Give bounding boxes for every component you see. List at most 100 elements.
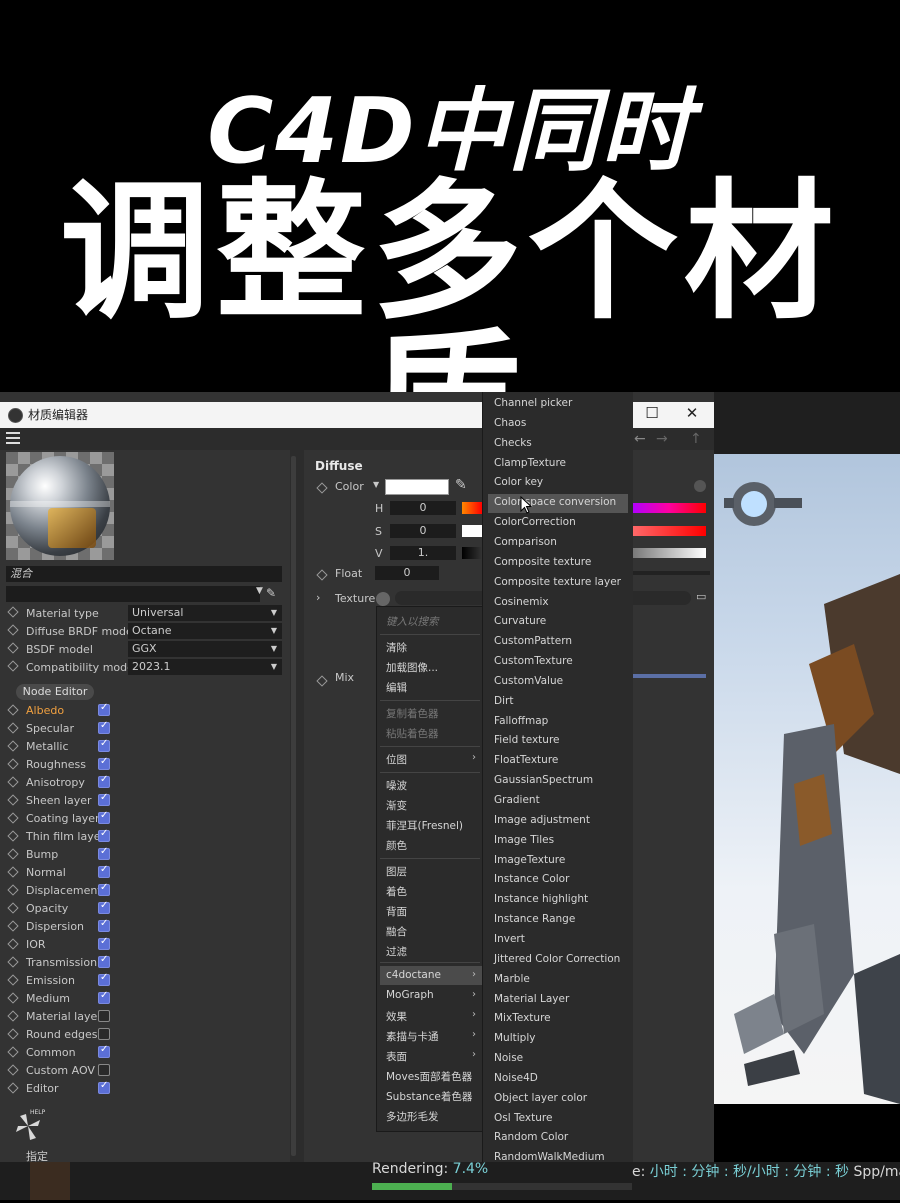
context-menu-item[interactable]: 菲涅耳(Fresnel)	[386, 818, 463, 833]
forward-arrow-icon[interactable]: →	[656, 431, 668, 447]
submenu-item[interactable]: FloatTexture	[494, 754, 558, 766]
keyframe-icon[interactable]	[7, 884, 19, 896]
channel-checkbox[interactable]	[98, 882, 110, 896]
channel-checkbox[interactable]	[98, 918, 110, 932]
submenu-item[interactable]: MixTexture	[494, 1012, 551, 1024]
menu-search-input[interactable]: 键入以搜索	[386, 614, 439, 629]
submenu-item[interactable]: Chaos	[494, 417, 526, 429]
keyframe-icon[interactable]	[7, 812, 19, 824]
node-editor-button[interactable]: Node Editor	[16, 684, 94, 700]
context-menu-item[interactable]: 位图	[386, 752, 407, 767]
submenu-item[interactable]: Image Tiles	[494, 834, 554, 846]
s-slider[interactable]	[462, 525, 482, 537]
channel-row[interactable]: Dispersion	[0, 918, 130, 936]
property-select[interactable]: Octane ▼	[128, 623, 282, 639]
context-menu-item[interactable]: 融合	[386, 924, 407, 939]
channel-row[interactable]: Specular	[0, 720, 130, 738]
channel-row[interactable]: Material layer	[0, 1008, 130, 1026]
context-menu-item[interactable]: 效果	[386, 1009, 407, 1024]
float-field[interactable]: 0	[375, 566, 439, 580]
submenu-item[interactable]: Instance Color	[494, 873, 569, 885]
property-select[interactable]: 2023.1 ▼	[128, 659, 282, 675]
channel-checkbox[interactable]	[98, 702, 110, 716]
channel-checkbox[interactable]	[98, 846, 110, 860]
close-button[interactable]: ✕	[672, 404, 712, 422]
submenu-item[interactable]: ImageTexture	[494, 854, 565, 866]
channel-row[interactable]: Transmission	[0, 954, 130, 972]
keyframe-icon[interactable]	[7, 1064, 19, 1076]
channel-checkbox[interactable]	[98, 954, 110, 968]
s-field[interactable]: 0	[390, 524, 456, 538]
context-menu-item[interactable]: 粘贴着色器	[386, 726, 439, 741]
material-preview[interactable]	[6, 452, 114, 560]
submenu-item[interactable]: Material Layer	[494, 993, 569, 1005]
submenu-item[interactable]: Checks	[494, 437, 532, 449]
keyframe-icon[interactable]	[7, 902, 19, 914]
keyframe-icon[interactable]	[7, 1082, 19, 1094]
channel-row[interactable]: Anisotropy	[0, 774, 130, 792]
hue-bar[interactable]	[632, 503, 706, 513]
keyframe-icon[interactable]	[7, 920, 19, 932]
keyframe-icon[interactable]	[7, 776, 19, 788]
back-arrow-icon[interactable]: ←	[634, 431, 646, 447]
keyframe-icon[interactable]	[7, 606, 19, 618]
channel-checkbox[interactable]	[98, 1010, 110, 1022]
submenu-item[interactable]: Channel picker	[494, 397, 572, 409]
material-name-field[interactable]: 混合	[6, 566, 282, 582]
context-menu-item[interactable]: 过滤	[386, 944, 407, 959]
folder-icon[interactable]: ▭	[696, 590, 706, 603]
submenu-item[interactable]: Color key	[494, 476, 543, 488]
submenu-item[interactable]: Noise4D	[494, 1072, 538, 1084]
submenu-item[interactable]: CustomPattern	[494, 635, 572, 647]
v-field[interactable]: 1.	[390, 546, 456, 560]
saturation-bar[interactable]	[632, 526, 706, 536]
channel-checkbox[interactable]	[98, 1064, 110, 1076]
keyframe-icon[interactable]	[7, 1010, 19, 1022]
channel-checkbox[interactable]	[98, 1028, 110, 1040]
submenu-item[interactable]: ClampTexture	[494, 457, 566, 469]
chevron-down-icon[interactable]: ▼	[256, 586, 263, 596]
left-scrollbar[interactable]	[291, 456, 296, 1156]
context-menu-item[interactable]: 图层	[386, 864, 407, 879]
keyframe-icon[interactable]	[7, 642, 19, 654]
submenu-item[interactable]: Instance highlight	[494, 893, 588, 905]
property-select[interactable]: GGX ▼	[128, 641, 282, 657]
channel-row[interactable]: Round edges	[0, 1026, 130, 1044]
submenu-item[interactable]: Invert	[494, 933, 525, 945]
channel-row[interactable]: Roughness	[0, 756, 130, 774]
keyframe-icon[interactable]	[7, 938, 19, 950]
submenu-item[interactable]: ColorCorrection	[494, 516, 576, 528]
context-menu-item[interactable]: c4doctane	[386, 969, 441, 981]
channel-row[interactable]: Albedo	[0, 702, 130, 720]
channel-checkbox[interactable]	[98, 900, 110, 914]
submenu-item[interactable]: Image adjustment	[494, 814, 590, 826]
submenu-item[interactable]: Random Color	[494, 1131, 568, 1143]
context-menu-item[interactable]: MoGraph	[386, 989, 434, 1001]
context-menu-item[interactable]: 表面	[386, 1049, 407, 1064]
context-menu-item[interactable]: 渐变	[386, 798, 407, 813]
channel-row[interactable]: Custom AOV	[0, 1062, 130, 1080]
context-menu-item[interactable]: 颜色	[386, 838, 407, 853]
channel-row[interactable]: Normal	[0, 864, 130, 882]
keyframe-icon[interactable]	[7, 794, 19, 806]
channel-checkbox[interactable]	[98, 828, 110, 842]
channel-row[interactable]: Sheen layer	[0, 792, 130, 810]
channel-row[interactable]: Emission	[0, 972, 130, 990]
keyframe-icon[interactable]	[7, 704, 19, 716]
channel-row[interactable]: Editor	[0, 1080, 130, 1098]
context-menu-item[interactable]: 加载图像...	[386, 660, 438, 675]
channel-row[interactable]: Bump	[0, 846, 130, 864]
submenu-item[interactable]: GaussianSpectrum	[494, 774, 593, 786]
channel-row[interactable]: Metallic	[0, 738, 130, 756]
float-slider[interactable]	[632, 571, 710, 575]
keyframe-icon[interactable]	[7, 740, 19, 752]
channel-checkbox[interactable]	[98, 972, 110, 986]
keyframe-icon[interactable]	[7, 1028, 19, 1040]
submenu-item[interactable]: Noise	[494, 1052, 523, 1064]
channel-row[interactable]: Common	[0, 1044, 130, 1062]
submenu-item[interactable]: Cosinemix	[494, 596, 549, 608]
v-slider[interactable]	[462, 547, 482, 559]
submenu-item[interactable]: Jittered Color Correction	[494, 953, 620, 965]
h-field[interactable]: 0	[390, 501, 456, 515]
context-menu-item[interactable]: 着色	[386, 884, 407, 899]
